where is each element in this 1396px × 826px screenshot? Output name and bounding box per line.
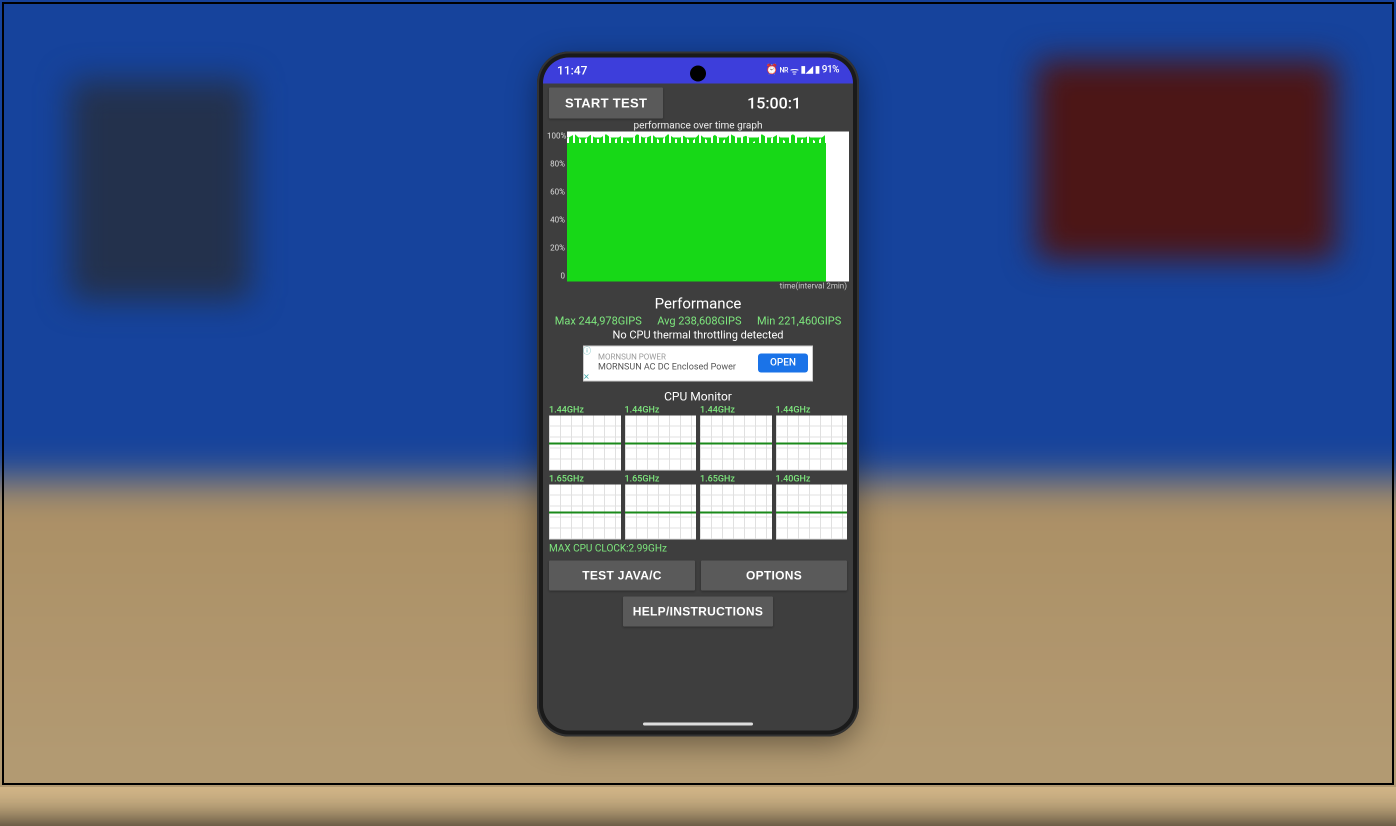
signal-icon: ▮◢ <box>801 65 813 76</box>
core-line <box>625 443 697 445</box>
camera-notch <box>690 65 706 81</box>
core-freq: 1.40GHz <box>776 474 848 484</box>
y-tick: 80% <box>547 159 565 168</box>
core-line <box>549 443 621 445</box>
test-java-c-button[interactable]: TEST JAVA/C <box>549 560 695 590</box>
battery-percent: 91% <box>822 65 839 76</box>
core-line <box>700 443 772 445</box>
battery-icon: ▮ <box>815 65 820 76</box>
core-graph <box>700 484 772 539</box>
core-line <box>625 512 697 514</box>
ad-close-icon[interactable]: ✕ <box>583 372 590 381</box>
core-freq: 1.65GHz <box>625 474 697 484</box>
core-freq: 1.44GHz <box>700 405 772 415</box>
core-freq: 1.65GHz <box>549 474 621 484</box>
cpu-core: 1.65GHz <box>549 474 621 539</box>
options-button[interactable]: OPTIONS <box>701 560 847 590</box>
stat-min: Min 221,460GIPS <box>757 314 841 327</box>
cpu-core: 1.44GHz <box>625 405 697 470</box>
y-tick: 40% <box>547 216 565 225</box>
ad-line2: MORNSUN AC DC Enclosed Power <box>598 362 754 373</box>
core-freq: 1.44GHz <box>625 405 697 415</box>
bottom-buttons: TEST JAVA/C OPTIONS HELP/INSTRUCTIONS <box>543 554 853 632</box>
ad-open-button[interactable]: OPEN <box>758 354 808 373</box>
max-cpu-clock: MAX CPU CLOCK:2.99GHz <box>543 543 853 554</box>
y-tick: 20% <box>547 244 565 253</box>
core-line <box>549 512 621 514</box>
status-time: 11:47 <box>557 63 587 77</box>
ad-info-icon[interactable]: ⓘ <box>583 345 591 356</box>
stat-avg: Avg 238,608GIPS <box>657 314 741 327</box>
performance-stats: Max 244,978GIPS Avg 238,608GIPS Min 221,… <box>543 314 853 327</box>
y-tick: 60% <box>547 187 565 196</box>
y-tick: 100% <box>547 131 565 140</box>
cpu-monitor-title: CPU Monitor <box>543 389 853 403</box>
graph-fill <box>567 137 826 281</box>
y-axis: 100% 80% 60% 40% 20% 0 <box>547 131 567 281</box>
core-graph <box>549 415 621 470</box>
home-indicator[interactable] <box>643 722 753 725</box>
core-line <box>776 443 848 445</box>
cpu-core: 1.44GHz <box>700 405 772 470</box>
nr-icon: NR <box>780 66 788 74</box>
performance-graph: 100% 80% 60% 40% 20% 0 <box>543 131 853 281</box>
cpu-core: 1.65GHz <box>700 474 772 539</box>
phone-frame: 11:47 ⏰ NR ᯤ ▮◢ ▮ 91% START TEST 15:00:1… <box>537 51 859 736</box>
core-graph <box>625 484 697 539</box>
cpu-core: 1.44GHz <box>549 405 621 470</box>
cpu-cores-grid: 1.44GHz 1.44GHz 1.44GHz 1.44GHz 1.65GHz <box>543 403 853 541</box>
core-graph <box>700 415 772 470</box>
y-tick: 0 <box>547 272 565 281</box>
core-graph <box>776 415 848 470</box>
x-axis-label: time(interval 2min) <box>543 281 853 290</box>
cpu-core: 1.44GHz <box>776 405 848 470</box>
ad-text: MORNSUN POWER MORNSUN AC DC Enclosed Pow… <box>588 353 754 373</box>
phone-screen: 11:47 ⏰ NR ᯤ ▮◢ ▮ 91% START TEST 15:00:1… <box>543 57 853 730</box>
top-row: START TEST 15:00:1 <box>543 83 853 122</box>
throttle-message: No CPU thermal throttling detected <box>543 328 853 341</box>
core-line <box>700 512 772 514</box>
cpu-core: 1.65GHz <box>625 474 697 539</box>
wifi-icon: ᯤ <box>790 63 799 77</box>
ad-banner[interactable]: ⓘ ✕ MORNSUN POWER MORNSUN AC DC Enclosed… <box>583 345 813 381</box>
performance-title: Performance <box>543 294 853 312</box>
core-freq: 1.65GHz <box>700 474 772 484</box>
start-test-button[interactable]: START TEST <box>549 87 663 118</box>
core-graph <box>776 484 848 539</box>
core-graph <box>625 415 697 470</box>
graph-title: performance over time graph <box>543 120 853 131</box>
core-line <box>776 512 848 514</box>
help-button[interactable]: HELP/INSTRUCTIONS <box>623 596 773 626</box>
timer-display: 15:00:1 <box>701 93 847 112</box>
status-icons: ⏰ NR ᯤ ▮◢ ▮ 91% <box>766 63 839 77</box>
core-freq: 1.44GHz <box>549 405 621 415</box>
cpu-core: 1.40GHz <box>776 474 848 539</box>
ad-line1: MORNSUN POWER <box>598 353 754 363</box>
app-body: START TEST 15:00:1 performance over time… <box>543 83 853 730</box>
stat-max: Max 244,978GIPS <box>555 314 642 327</box>
alarm-icon: ⏰ <box>766 65 778 76</box>
graph-canvas <box>567 131 849 281</box>
core-freq: 1.44GHz <box>776 405 848 415</box>
core-graph <box>549 484 621 539</box>
